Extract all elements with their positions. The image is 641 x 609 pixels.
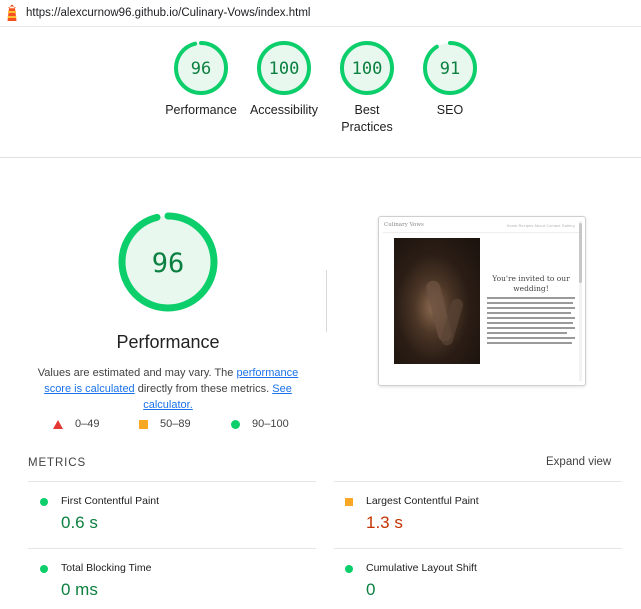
average-square-icon bbox=[345, 498, 353, 506]
metric-tbt: Total Blocking Time 0 ms bbox=[40, 562, 310, 602]
score-ring: 100 bbox=[257, 41, 311, 95]
metric-lcp: Largest Contentful Paint 1.3 s bbox=[345, 495, 615, 535]
score-legend: 0–49 50–89 90–100 bbox=[50, 418, 300, 434]
performance-title: Performance bbox=[116, 332, 220, 352]
metric-fcp: First Contentful Paint 0.6 s bbox=[40, 495, 310, 535]
gauge-label: Best Practices bbox=[341, 103, 393, 134]
gauge-label: SEO bbox=[436, 103, 464, 117]
desc-text: Values are estimated and may vary. The bbox=[37, 367, 237, 379]
metric-label: Cumulative Layout Shift bbox=[366, 562, 477, 574]
score-ring: 96 bbox=[174, 41, 228, 95]
preview-nav: Home Recipes About Contact Gallery bbox=[506, 224, 575, 228]
gauge-seo[interactable]: 91 SEO bbox=[400, 40, 500, 119]
metric-label: Total Blocking Time bbox=[61, 562, 152, 574]
section-divider bbox=[0, 157, 641, 158]
gauge-score: 91 bbox=[440, 59, 460, 79]
expand-view-button[interactable]: Expand view bbox=[546, 456, 611, 468]
legend-average-label: 50–89 bbox=[160, 418, 191, 430]
pass-circle-icon bbox=[345, 565, 353, 573]
preview-text-line bbox=[487, 297, 575, 299]
legend-fail: 0–49 bbox=[53, 418, 99, 430]
vertical-divider bbox=[326, 270, 327, 332]
legend-average: 50–89 bbox=[139, 418, 191, 430]
metric-label: Largest Contentful Paint bbox=[366, 495, 479, 507]
metric-divider bbox=[334, 481, 622, 482]
preview-text-line bbox=[487, 342, 572, 344]
desc-text: directly from these metrics. bbox=[134, 383, 273, 395]
page-screenshot-thumbnail[interactable]: Culinary Vows Home Recipes About Contact… bbox=[378, 216, 586, 386]
preview-text-line bbox=[487, 312, 571, 314]
gauge-score: 100 bbox=[352, 59, 383, 79]
score-ring: 100 bbox=[340, 41, 394, 95]
performance-gauge: 96 bbox=[118, 212, 218, 312]
preview-text-line bbox=[487, 307, 575, 309]
score-ring: 91 bbox=[423, 41, 477, 95]
preview-brand: Culinary Vows bbox=[384, 222, 424, 228]
metric-value: 0 ms bbox=[61, 580, 98, 599]
metric-divider bbox=[334, 548, 622, 549]
gauge-score: 100 bbox=[269, 59, 300, 79]
preview-heading: You're invited to our wedding! bbox=[492, 274, 570, 293]
pass-circle-icon bbox=[40, 565, 48, 573]
performance-summary: 96 Performance Values are estimated and … bbox=[28, 210, 308, 413]
preview-text-line bbox=[487, 322, 573, 324]
lighthouse-icon bbox=[7, 4, 17, 21]
url-bar: https://alexcurnow96.github.io/Culinary-… bbox=[0, 0, 641, 27]
pass-circle-icon bbox=[40, 498, 48, 506]
gauge-score: 96 bbox=[191, 59, 211, 79]
category-gauges: 96 Performance 100 Accessibility 100 Bes… bbox=[0, 40, 641, 146]
orange-square-icon bbox=[139, 419, 148, 429]
legend-pass-label: 90–100 bbox=[252, 418, 289, 430]
preview-text-line bbox=[487, 317, 575, 319]
page-url[interactable]: https://alexcurnow96.github.io/Culinary-… bbox=[26, 7, 310, 19]
red-triangle-icon bbox=[53, 419, 63, 429]
metric-cls: Cumulative Layout Shift 0 bbox=[345, 562, 615, 602]
performance-score: 96 bbox=[152, 248, 185, 279]
metric-divider bbox=[28, 548, 316, 549]
metric-value: 0 bbox=[366, 580, 376, 599]
performance-description: Values are estimated and may vary. The p… bbox=[28, 365, 308, 413]
preview-text-line bbox=[487, 332, 567, 334]
preview-hero-image bbox=[394, 238, 480, 364]
preview-scrollbar-thumb bbox=[579, 223, 582, 283]
preview-text-line bbox=[487, 327, 575, 329]
preview-header: Culinary Vows Home Recipes About Contact… bbox=[383, 221, 579, 233]
green-circle-icon bbox=[231, 419, 240, 429]
metric-label: First Contentful Paint bbox=[61, 495, 160, 507]
metric-divider bbox=[28, 481, 316, 482]
metric-value: 0.6 s bbox=[61, 513, 98, 532]
metric-value: 1.3 s bbox=[366, 513, 403, 532]
metrics-heading: METRICS bbox=[28, 457, 87, 469]
preview-text-line bbox=[487, 302, 573, 304]
legend-fail-label: 0–49 bbox=[75, 418, 100, 430]
preview-text-line bbox=[487, 337, 575, 339]
legend-pass: 90–100 bbox=[231, 418, 289, 430]
